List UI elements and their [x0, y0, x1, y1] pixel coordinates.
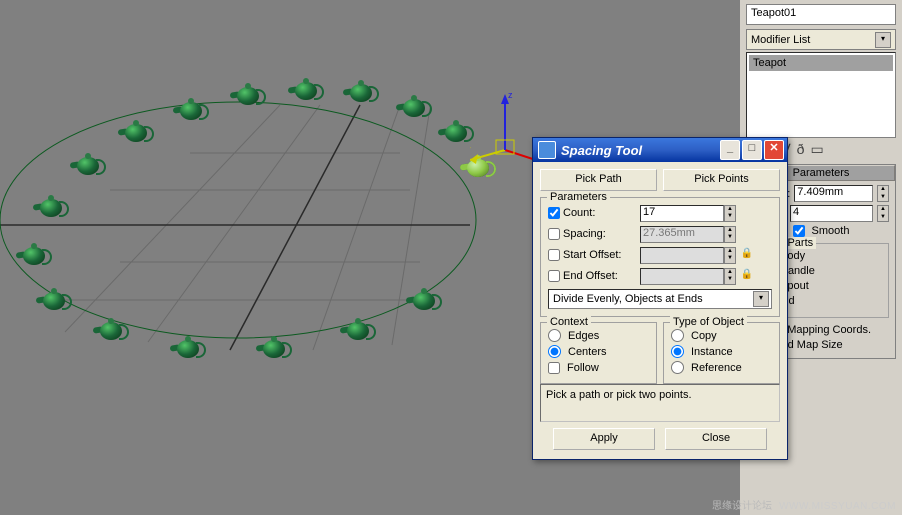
close-button[interactable]: ✕ [764, 140, 784, 160]
spinner-arrows[interactable]: ▲▼ [877, 185, 889, 202]
count-input[interactable]: 17 [640, 205, 724, 222]
centers-label: Centers [568, 346, 607, 358]
remove-icon[interactable]: ð [797, 141, 809, 157]
end-offset-input[interactable] [640, 268, 724, 285]
dialog-title: Spacing Tool [561, 143, 720, 158]
copy-radio[interactable] [671, 329, 684, 342]
spinner-arrows[interactable]: ▲▼ [724, 205, 736, 222]
divide-mode-value: Divide Evenly, Objects at Ends [553, 293, 703, 305]
dialog-icon [538, 141, 556, 159]
chevron-down-icon: ▾ [875, 32, 891, 48]
start-offset-input[interactable] [640, 247, 724, 264]
stack-item-teapot[interactable]: Teapot [749, 55, 893, 71]
lock-icon[interactable]: 🔒 [740, 248, 754, 262]
segments-input[interactable]: 4 [790, 205, 873, 222]
follow-checkbox[interactable] [548, 362, 560, 374]
centers-radio[interactable] [548, 345, 561, 358]
spacing-tool-dialog: Spacing Tool _ □ ✕ Pick Path Pick Points… [532, 137, 788, 460]
watermark-text: WWW.MISSYUAN.COM [779, 501, 896, 512]
modifier-list-dropdown[interactable]: Modifier List ▾ [746, 29, 896, 50]
teapot-object[interactable] [172, 336, 204, 360]
spinner-arrows[interactable]: ▲▼ [724, 226, 736, 243]
teapot-object[interactable] [72, 153, 104, 177]
svg-text:z: z [508, 90, 513, 100]
teapot-object[interactable] [440, 120, 472, 144]
object-name-field[interactable]: Teapot01 [746, 4, 896, 25]
start-offset-checkbox[interactable] [548, 249, 560, 261]
smooth-label: Smooth [812, 225, 850, 237]
pick-points-button[interactable]: Pick Points [663, 169, 780, 191]
teapot-object[interactable] [120, 120, 152, 144]
spinner-arrows[interactable]: ▲▼ [724, 247, 736, 264]
edges-radio[interactable] [548, 329, 561, 342]
teapot-object[interactable] [175, 98, 207, 122]
teapot-object[interactable] [345, 80, 377, 104]
spinner-arrows[interactable]: ▲▼ [724, 268, 736, 285]
count-label: Count: [563, 207, 595, 219]
spinner-arrows[interactable]: ▲▼ [877, 205, 889, 222]
count-checkbox[interactable] [548, 207, 560, 219]
reference-radio[interactable] [671, 361, 684, 374]
end-offset-label: End Offset: [563, 270, 618, 282]
teapot-object[interactable] [408, 288, 440, 312]
svg-text:y: y [470, 144, 471, 154]
copy-label: Copy [691, 330, 717, 342]
spacing-label: Spacing: [563, 228, 606, 240]
spacing-input[interactable]: 27.365mm [640, 226, 724, 243]
lock-icon[interactable]: 🔒 [740, 269, 754, 283]
close-button[interactable]: Close [665, 428, 767, 450]
status-text: Pick a path or pick two points. [540, 384, 780, 422]
smooth-checkbox[interactable] [793, 225, 805, 237]
edges-label: Edges [568, 330, 599, 342]
teapot-object[interactable] [38, 288, 70, 312]
reference-label: Reference [691, 362, 742, 374]
apply-button[interactable]: Apply [553, 428, 655, 450]
chevron-down-icon: ▾ [753, 291, 769, 307]
modifier-stack[interactable]: Teapot [746, 52, 896, 138]
follow-label: Follow [567, 362, 599, 374]
minimize-button[interactable]: _ [720, 140, 740, 160]
dialog-titlebar[interactable]: Spacing Tool _ □ ✕ [533, 138, 787, 162]
teapot-object[interactable] [290, 78, 322, 102]
context-legend: Context [547, 316, 591, 328]
instance-radio[interactable] [671, 345, 684, 358]
radius-input[interactable]: 7.409mm [794, 185, 873, 202]
parameters-legend: Parameters [547, 191, 610, 203]
spacing-checkbox[interactable] [548, 228, 560, 240]
type-legend: Type of Object [670, 316, 747, 328]
teapot-object[interactable] [18, 243, 50, 267]
watermark-text: 思缘设计论坛 [712, 497, 772, 512]
teapot-object[interactable] [232, 83, 264, 107]
teapot-object[interactable] [398, 95, 430, 119]
end-offset-checkbox[interactable] [548, 270, 560, 282]
maximize-button[interactable]: □ [742, 140, 762, 160]
start-offset-label: Start Offset: [563, 249, 622, 261]
teapot-object[interactable] [95, 318, 127, 342]
pick-path-button[interactable]: Pick Path [540, 169, 657, 191]
teapot-object[interactable] [342, 318, 374, 342]
config-icon[interactable]: ▭ [810, 141, 827, 158]
modifier-list-label: Modifier List [751, 34, 810, 46]
teapot-object[interactable] [35, 195, 67, 219]
teapot-object[interactable] [258, 336, 290, 360]
instance-label: Instance [691, 346, 733, 358]
divide-mode-dropdown[interactable]: Divide Evenly, Objects at Ends ▾ [548, 289, 772, 309]
